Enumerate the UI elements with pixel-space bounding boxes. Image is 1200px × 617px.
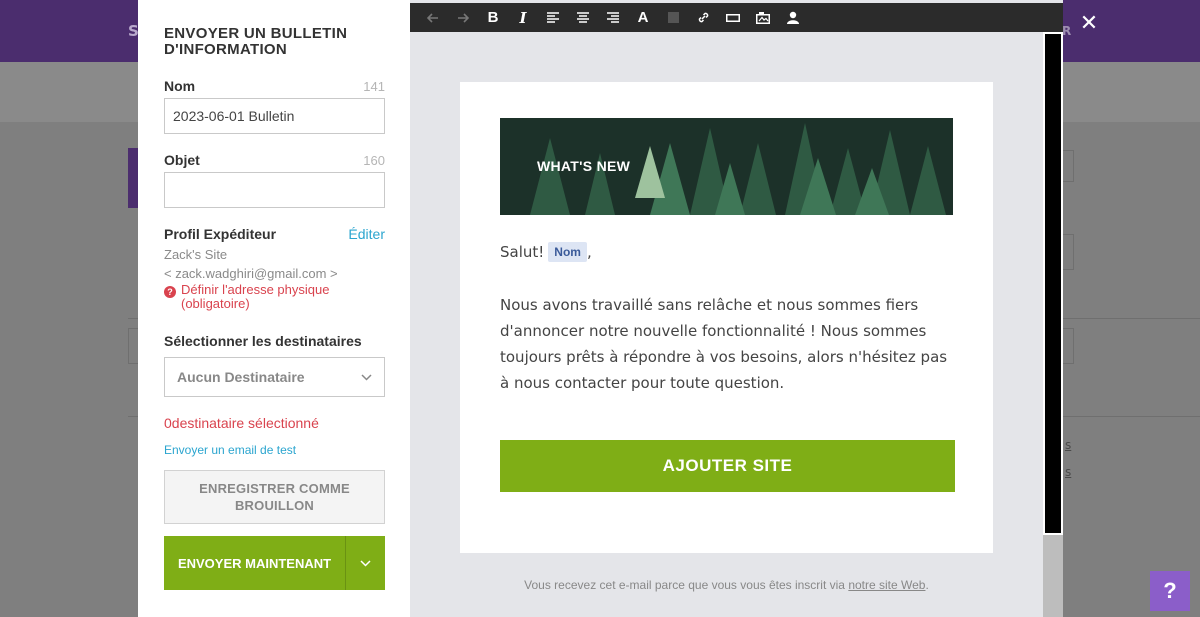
email-body-text[interactable]: Nous avons travaillé sans relâche et nou… — [500, 292, 955, 396]
background-divider — [1063, 318, 1200, 319]
email-editor: B I A WHAT'S NEW Salut! Nom , Nous avons… — [410, 0, 1063, 617]
send-now-button[interactable]: ENVOYER MAINTENANT — [164, 536, 345, 590]
background-right-label: R — [1062, 24, 1072, 38]
email-footer: Vous recevez cet e-mail parce que vous v… — [410, 578, 1043, 592]
align-center-icon[interactable] — [568, 3, 598, 32]
font-icon[interactable]: A — [628, 3, 658, 32]
footer-text: Vous recevez cet e-mail parce que vous v… — [524, 578, 845, 592]
send-options-dropdown[interactable] — [345, 536, 385, 590]
email-preview-card: WHAT'S NEW Salut! Nom , Nous avons trava… — [460, 82, 993, 553]
edit-sender-link[interactable]: Éditer — [348, 226, 385, 242]
recipients-label: Sélectionner les destinataires — [164, 333, 362, 349]
send-test-email-link[interactable]: Envoyer un email de test — [164, 443, 385, 457]
align-right-icon[interactable] — [598, 3, 628, 32]
question-icon: ? — [164, 286, 176, 298]
recipients-select-value: Aucun Destinataire — [177, 369, 305, 385]
panel-title: ENVOYER UN BULLETIN D'INFORMATION — [164, 25, 348, 58]
recipients-select[interactable]: Aucun Destinataire — [164, 357, 385, 397]
button-insert-icon[interactable] — [718, 3, 748, 32]
hero-title: WHAT'S NEW — [537, 158, 631, 174]
editor-toolbar: B I A — [410, 3, 1063, 32]
sender-profile-label: Profil Expéditeur — [164, 226, 277, 242]
italic-icon[interactable]: I — [508, 3, 538, 32]
name-label: Nom — [164, 78, 196, 94]
sender-email: < zack.wadghiri@gmail.com > — [164, 266, 338, 281]
text-color-icon[interactable] — [658, 3, 688, 32]
physical-address-warning[interactable]: ? Définir l'adresse physique (obligatoir… — [164, 283, 385, 311]
subject-label: Objet — [164, 152, 200, 168]
name-input[interactable] — [164, 98, 385, 134]
image-icon[interactable] — [748, 3, 778, 32]
close-icon[interactable]: ✕ — [1077, 12, 1101, 36]
footer-suffix: . — [925, 578, 929, 592]
redo-icon[interactable] — [448, 3, 478, 32]
send-button-group: ENVOYER MAINTENANT — [164, 536, 385, 590]
background-link: s — [1065, 438, 1072, 452]
background-divider — [1063, 416, 1200, 417]
name-char-count: 141 — [363, 79, 385, 94]
link-icon[interactable] — [688, 3, 718, 32]
subject-char-count: 160 — [363, 153, 385, 168]
user-icon[interactable] — [778, 3, 808, 32]
newsletter-settings-panel: ENVOYER UN BULLETIN D'INFORMATION Nom 14… — [138, 0, 410, 617]
recipients-status: 0destinataire sélectionné — [164, 415, 319, 431]
hero-banner-image[interactable]: WHAT'S NEW — [500, 118, 953, 215]
background-link: s — [1065, 465, 1072, 479]
greeting-line: Salut! Nom , — [500, 242, 592, 262]
editor-scrollbar-thumb[interactable] — [1043, 32, 1063, 535]
physical-address-warning-text: Définir l'adresse physique (obligatoire) — [181, 282, 330, 311]
sender-name: Zack's Site — [164, 247, 228, 262]
bold-icon[interactable]: B — [478, 3, 508, 32]
add-site-cta-button[interactable]: AJOUTER SITE — [500, 440, 955, 492]
name-merge-tag[interactable]: Nom — [548, 242, 587, 262]
footer-website-link[interactable]: notre site Web — [848, 578, 925, 592]
chevron-down-icon — [360, 556, 371, 570]
greeting-suffix: , — [586, 243, 592, 261]
chevron-down-icon — [361, 371, 372, 384]
save-draft-button[interactable]: ENREGISTRER COMME BROUILLON — [164, 470, 385, 524]
align-left-icon[interactable] — [538, 3, 568, 32]
subject-input[interactable] — [164, 172, 385, 208]
greeting-text: Salut! — [500, 243, 545, 261]
help-button[interactable]: ? — [1150, 571, 1190, 611]
undo-icon[interactable] — [418, 3, 448, 32]
